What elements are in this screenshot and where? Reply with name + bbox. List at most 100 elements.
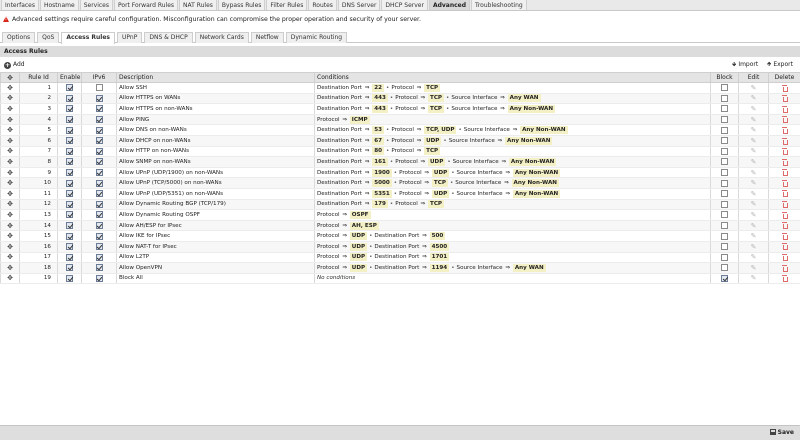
- drag-handle-icon[interactable]: ✥: [7, 222, 13, 230]
- trash-icon[interactable]: [782, 169, 788, 177]
- block-checkbox[interactable]: [721, 179, 728, 187]
- description-header[interactable]: Description: [116, 72, 315, 83]
- subtab-netflow[interactable]: Netflow: [250, 32, 284, 43]
- pencil-icon[interactable]: ✎: [751, 105, 757, 113]
- trash-icon[interactable]: [782, 84, 788, 92]
- drag-cell[interactable]: ✥: [0, 124, 20, 136]
- block-checkbox[interactable]: [721, 84, 728, 92]
- enable-checkbox[interactable]: [66, 126, 73, 134]
- enable-checkbox[interactable]: [66, 200, 73, 208]
- drag-handle-icon[interactable]: ✥: [7, 84, 13, 92]
- trash-icon[interactable]: [782, 137, 788, 145]
- drag-cell[interactable]: ✥: [0, 199, 20, 211]
- drag-handle-icon[interactable]: ✥: [7, 105, 13, 113]
- ipv6-checkbox[interactable]: [95, 222, 103, 230]
- pencil-icon[interactable]: ✎: [751, 190, 757, 198]
- trash-icon[interactable]: [782, 211, 788, 219]
- enable-checkbox[interactable]: [66, 190, 73, 198]
- pencil-icon[interactable]: ✎: [751, 169, 757, 177]
- drag-cell[interactable]: ✥: [0, 188, 20, 200]
- enable-checkbox[interactable]: [66, 94, 73, 102]
- block-checkbox[interactable]: [721, 169, 728, 177]
- enable-checkbox[interactable]: [66, 137, 73, 145]
- block-checkbox[interactable]: [721, 190, 728, 198]
- trash-icon[interactable]: [782, 201, 788, 209]
- pencil-icon[interactable]: ✎: [751, 264, 757, 272]
- pencil-icon[interactable]: ✎: [751, 158, 757, 166]
- pencil-icon[interactable]: ✎: [751, 222, 757, 230]
- enable-checkbox[interactable]: [66, 211, 73, 219]
- enable-checkbox[interactable]: [66, 222, 73, 230]
- enable-header[interactable]: Enable: [57, 72, 82, 83]
- drag-handle-icon[interactable]: ✥: [7, 158, 13, 166]
- ipv6-checkbox[interactable]: [95, 84, 103, 92]
- tab-troubleshooting[interactable]: Troubleshooting: [471, 0, 527, 10]
- tab-filter-rules[interactable]: Filter Rules: [266, 0, 308, 10]
- ipv6-checkbox[interactable]: [95, 169, 103, 177]
- pencil-icon[interactable]: ✎: [751, 84, 757, 92]
- tab-routes[interactable]: Routes: [308, 0, 337, 10]
- trash-icon[interactable]: [782, 158, 788, 166]
- tab-dhcp-server[interactable]: DHCP Server: [381, 0, 428, 10]
- ipv6-checkbox[interactable]: [95, 94, 103, 102]
- tab-services[interactable]: Services: [79, 0, 113, 10]
- trash-icon[interactable]: [782, 222, 788, 230]
- drag-cell[interactable]: ✥: [0, 167, 20, 179]
- subtab-dynamic-routing[interactable]: Dynamic Routing: [285, 32, 348, 43]
- enable-checkbox[interactable]: [66, 158, 73, 166]
- drag-handle-icon[interactable]: ✥: [7, 179, 13, 187]
- drag-cell[interactable]: ✥: [0, 209, 20, 221]
- block-checkbox[interactable]: [721, 253, 728, 261]
- ipv6-checkbox[interactable]: [95, 105, 103, 113]
- ipv6-checkbox[interactable]: [95, 243, 103, 251]
- block-checkbox[interactable]: [721, 243, 728, 251]
- drag-handle-icon[interactable]: ✥: [7, 253, 13, 261]
- ipv6-checkbox[interactable]: [95, 190, 103, 198]
- enable-checkbox[interactable]: [66, 243, 73, 251]
- conditions-header[interactable]: Conditions: [314, 72, 711, 83]
- ipv6-checkbox[interactable]: [95, 274, 103, 282]
- enable-checkbox[interactable]: [66, 274, 73, 282]
- subtab-qos[interactable]: QoS: [37, 32, 60, 43]
- ipv6-checkbox[interactable]: [95, 116, 103, 124]
- trash-icon[interactable]: [782, 190, 788, 198]
- ipv6-checkbox[interactable]: [95, 137, 103, 145]
- drag-handle-icon[interactable]: ✥: [7, 274, 13, 282]
- ipv6-checkbox[interactable]: [95, 264, 103, 272]
- ipv6-checkbox[interactable]: [95, 158, 103, 166]
- rule-id-header[interactable]: Rule Id: [19, 72, 58, 83]
- block-checkbox[interactable]: [721, 137, 728, 145]
- drag-cell[interactable]: ✥: [0, 82, 20, 94]
- pencil-icon[interactable]: ✎: [751, 94, 757, 102]
- drag-handle-icon[interactable]: ✥: [7, 147, 13, 155]
- drag-handle-icon[interactable]: ✥: [7, 264, 13, 272]
- drag-handle-icon[interactable]: ✥: [7, 232, 13, 240]
- ipv6-checkbox[interactable]: [95, 211, 103, 219]
- drag-cell[interactable]: ✥: [0, 177, 20, 189]
- drag-cell[interactable]: ✥: [0, 220, 20, 232]
- drag-handle-icon[interactable]: ✥: [7, 243, 13, 251]
- drag-cell[interactable]: ✥: [0, 262, 20, 274]
- ipv6-checkbox[interactable]: [95, 232, 103, 240]
- block-header[interactable]: Block: [710, 72, 739, 83]
- tab-dns-server[interactable]: DNS Server: [337, 0, 381, 10]
- drag-cell[interactable]: ✥: [0, 135, 20, 147]
- tab-bypass-rules[interactable]: Bypass Rules: [217, 0, 266, 10]
- drag-handle-icon[interactable]: ✥: [7, 116, 13, 124]
- ipv6-checkbox[interactable]: [95, 147, 103, 155]
- enable-checkbox[interactable]: [66, 264, 73, 272]
- ipv6-checkbox[interactable]: [95, 253, 103, 261]
- pencil-icon[interactable]: ✎: [751, 232, 757, 240]
- tab-nat-rules[interactable]: NAT Rules: [179, 0, 217, 10]
- block-checkbox[interactable]: [721, 105, 728, 113]
- pencil-icon[interactable]: ✎: [751, 137, 757, 145]
- drag-cell[interactable]: ✥: [0, 252, 20, 264]
- enable-checkbox[interactable]: [66, 147, 73, 155]
- tab-interfaces[interactable]: Interfaces: [1, 0, 39, 10]
- block-checkbox[interactable]: [721, 211, 728, 219]
- trash-icon[interactable]: [782, 275, 788, 283]
- trash-icon[interactable]: [782, 95, 788, 103]
- block-checkbox[interactable]: [721, 94, 728, 102]
- trash-icon[interactable]: [782, 179, 788, 187]
- block-checkbox[interactable]: [721, 274, 728, 282]
